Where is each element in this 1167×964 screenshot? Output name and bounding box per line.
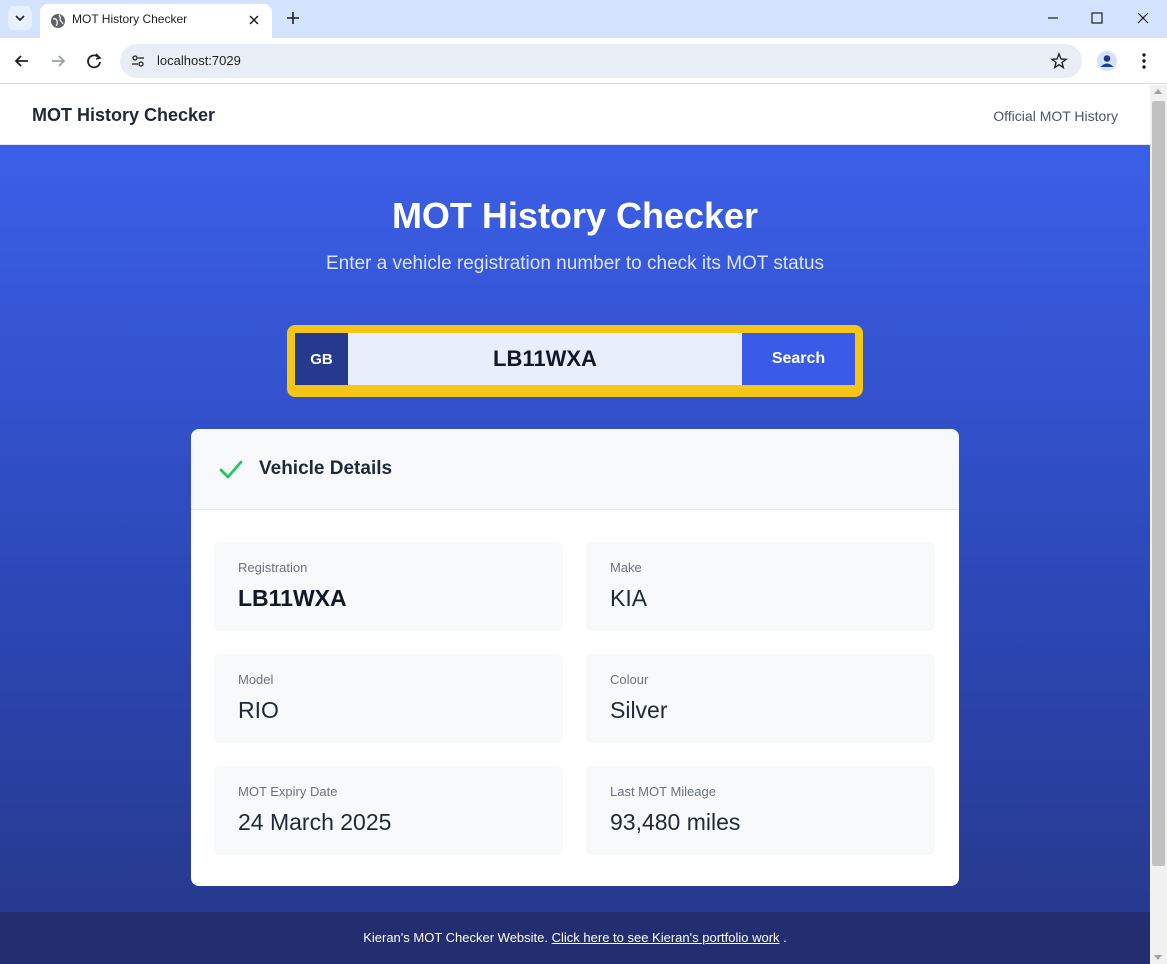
registration-input[interactable] bbox=[348, 333, 742, 385]
field-label: MOT Expiry Date bbox=[238, 784, 338, 799]
globe-icon bbox=[51, 14, 65, 28]
country-badge: GB bbox=[295, 333, 348, 385]
plate-search-inner: GB Search bbox=[295, 333, 855, 385]
vehicle-details-card: Vehicle Details Registration LB11WXA Mak… bbox=[191, 429, 959, 886]
field-label: Registration bbox=[238, 560, 308, 575]
browser-tab-bar: MOT History Checker bbox=[0, 0, 1167, 38]
plate-search-form: GB Search bbox=[287, 325, 863, 397]
field-label: Last MOT Mileage bbox=[610, 784, 716, 799]
field-make: Make KIA bbox=[586, 542, 935, 631]
field-value: RIO bbox=[238, 697, 279, 723]
site-brand[interactable]: MOT History Checker bbox=[32, 105, 215, 126]
field-colour: Colour Silver bbox=[586, 654, 935, 743]
more-menu-icon[interactable] bbox=[1134, 50, 1154, 72]
bookmark-star-icon[interactable] bbox=[1050, 52, 1068, 70]
chevron-down-icon bbox=[15, 15, 25, 22]
reload-icon[interactable] bbox=[83, 50, 105, 72]
field-value: 24 March 2025 bbox=[238, 809, 392, 835]
search-button[interactable]: Search bbox=[742, 333, 855, 385]
new-tab-icon[interactable] bbox=[283, 8, 303, 28]
forward-icon[interactable] bbox=[47, 50, 69, 72]
scroll-up-arrow-icon[interactable] bbox=[1154, 89, 1162, 94]
tab-search-button[interactable] bbox=[8, 6, 32, 30]
card-title: Vehicle Details bbox=[259, 458, 393, 479]
field-value: Silver bbox=[610, 697, 668, 723]
url-text: localhost:7029 bbox=[157, 53, 241, 68]
page-title: MOT History Checker bbox=[391, 195, 759, 236]
scroll-thumb[interactable] bbox=[1152, 101, 1165, 866]
hero-section: MOT History Checker Enter a vehicle regi… bbox=[0, 145, 1150, 912]
footer-caption: Kieran's MOT Checker Website. bbox=[363, 930, 548, 945]
profile-icon[interactable] bbox=[1096, 50, 1118, 72]
footer-text: Kieran's MOT Checker Website. Click here… bbox=[0, 930, 1150, 945]
browser-tab[interactable]: MOT History Checker bbox=[40, 4, 272, 38]
browser-toolbar: localhost:7029 bbox=[0, 38, 1167, 84]
window-close-icon[interactable] bbox=[1133, 8, 1153, 28]
site-footer: Kieran's MOT Checker Website. Click here… bbox=[0, 912, 1150, 964]
close-icon[interactable] bbox=[246, 12, 262, 28]
official-mot-history-link[interactable]: Official MOT History bbox=[993, 108, 1118, 124]
check-icon bbox=[219, 460, 243, 479]
tab-title: MOT History Checker bbox=[72, 12, 188, 26]
minimize-icon[interactable] bbox=[1043, 8, 1063, 28]
page-subtitle: Enter a vehicle registration number to c… bbox=[325, 253, 825, 274]
page-scrollbar[interactable] bbox=[1150, 85, 1167, 964]
scroll-down-arrow-icon[interactable] bbox=[1154, 955, 1162, 960]
back-icon[interactable] bbox=[11, 50, 33, 72]
field-last-mileage: Last MOT Mileage 93,480 miles bbox=[586, 766, 935, 855]
portfolio-link[interactable]: Click here to see Kieran's portfolio wor… bbox=[552, 930, 780, 945]
field-label: Make bbox=[610, 560, 642, 575]
maximize-icon[interactable] bbox=[1087, 8, 1107, 28]
site-settings-icon[interactable] bbox=[130, 53, 146, 69]
field-value: LB11WXA bbox=[238, 585, 347, 611]
address-bar[interactable]: localhost:7029 bbox=[120, 44, 1082, 78]
page-viewport: MOT History Checker Official MOT History… bbox=[0, 85, 1150, 964]
field-label: Colour bbox=[610, 672, 649, 687]
field-registration: Registration LB11WXA bbox=[214, 542, 563, 631]
card-header: Vehicle Details bbox=[191, 429, 959, 510]
footer-period: . bbox=[783, 930, 787, 945]
field-value: 93,480 miles bbox=[610, 809, 741, 835]
field-label: Model bbox=[238, 672, 274, 687]
field-model: Model RIO bbox=[214, 654, 563, 743]
site-header: MOT History Checker Official MOT History bbox=[0, 85, 1150, 145]
field-value: KIA bbox=[610, 585, 648, 611]
field-mot-expiry: MOT Expiry Date 24 March 2025 bbox=[214, 766, 563, 855]
